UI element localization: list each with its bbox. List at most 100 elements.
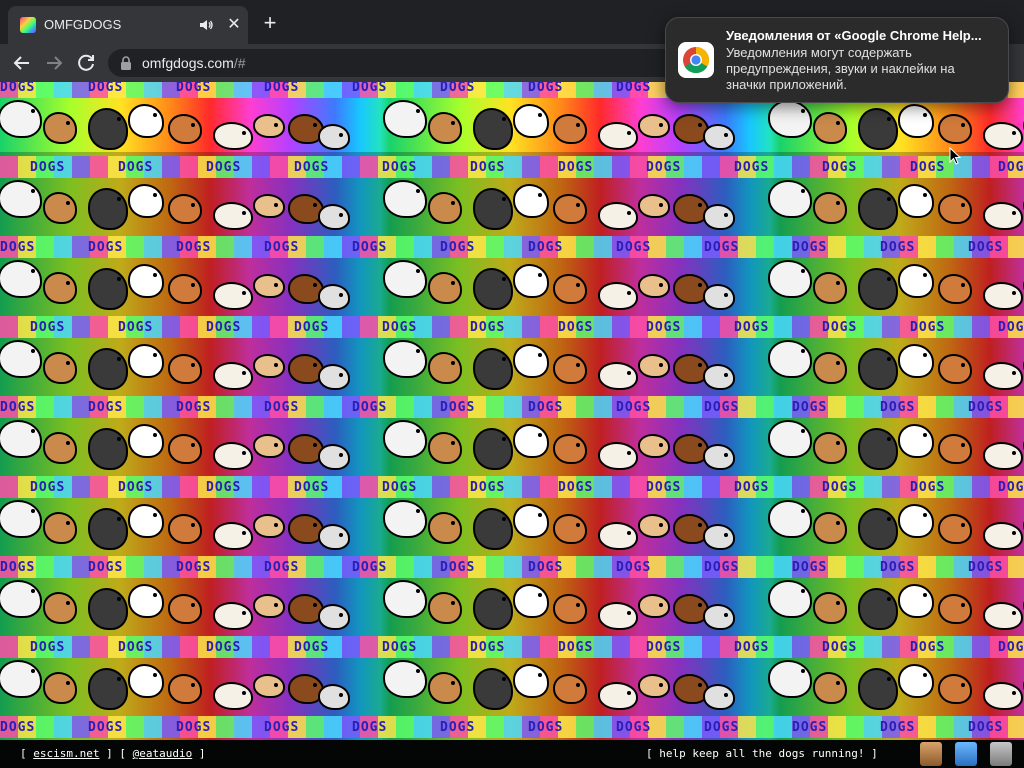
eataudio-link[interactable]: @eataudio — [133, 747, 193, 760]
dog-eye — [698, 683, 702, 687]
lock-icon[interactable] — [120, 56, 132, 70]
dog-eye — [576, 443, 580, 447]
dog-eye — [1012, 691, 1016, 695]
dog-eye — [117, 357, 121, 361]
dog-sprite — [515, 666, 547, 696]
chrome-notification[interactable]: Уведомления от «Google Chrome Help... Ув… — [665, 17, 1009, 103]
dog-sprite — [385, 182, 425, 216]
dog-sprite — [940, 676, 970, 702]
dog-sprite — [430, 674, 460, 702]
dog-sprite — [640, 676, 668, 696]
dog-eye — [576, 123, 580, 127]
rainbow-band — [0, 236, 1024, 258]
dog-eye — [538, 513, 542, 517]
dog-eye — [887, 357, 891, 361]
dogs-word-decoration: DOGS — [704, 400, 740, 415]
dog-sprite — [430, 514, 460, 542]
tab-omfgdogs[interactable]: OMFGDOGS ✕ — [8, 6, 248, 44]
dog-eye — [274, 283, 278, 287]
dog-eye — [31, 669, 35, 673]
help-dogs-link[interactable]: [ help keep all the dogs running! ] — [646, 747, 878, 760]
dogs-word-decoration: DOGS — [558, 480, 594, 495]
dogs-word-decoration: DOGS — [440, 82, 476, 95]
dog-eye — [191, 283, 195, 287]
dogs-word-decoration: DOGS — [264, 240, 300, 255]
reload-icon[interactable] — [74, 51, 98, 75]
dog-eye — [627, 371, 631, 375]
dog-eye — [153, 513, 157, 517]
dog-eye — [502, 277, 506, 281]
dog-sprite — [0, 662, 40, 696]
address-bar[interactable]: omfgdogs.com/# — [108, 49, 708, 77]
dog-sprite — [320, 366, 348, 388]
dog-sprite — [555, 596, 585, 622]
dog-stripe: DOGS DOGS DOGS DOGS DOGS DOGS DOGS DOGS DOGS DOGS… — [0, 476, 1024, 556]
dogs-word-decoration: DOGS — [88, 82, 124, 95]
dog-sprite — [900, 266, 932, 296]
dog-sprite — [705, 606, 733, 628]
dog-sprite — [860, 590, 896, 628]
dog-sprite — [385, 422, 425, 456]
dog-eye — [31, 429, 35, 433]
dog-sprite — [45, 594, 75, 622]
dog-sprite — [675, 596, 707, 622]
dog-sprite — [985, 684, 1021, 708]
donate-avatar-1[interactable] — [920, 742, 942, 766]
dog-sprite — [475, 590, 511, 628]
dog-sprite — [940, 356, 970, 382]
dog-eye — [801, 349, 805, 353]
speaker-icon[interactable] — [198, 17, 214, 33]
dog-sprite — [130, 586, 162, 616]
dogs-word-decoration: DOGS — [822, 320, 858, 335]
dogs-word-decoration: DOGS — [118, 320, 154, 335]
dog-eye — [836, 521, 840, 525]
donate-avatar-3[interactable] — [990, 742, 1012, 766]
dog-eye — [339, 293, 343, 297]
dog-eye — [961, 123, 965, 127]
dog-eye — [66, 521, 70, 525]
dog-eye — [961, 443, 965, 447]
dogs-word-decoration: DOGS — [822, 640, 858, 655]
dog-sprite — [705, 526, 733, 548]
dogs-word-decoration: DOGS — [880, 720, 916, 735]
dog-eye — [191, 363, 195, 367]
dog-eye — [659, 603, 663, 607]
dog-sprite — [215, 364, 251, 388]
dog-eye — [724, 533, 728, 537]
dogs-word-decoration: DOGS — [528, 720, 564, 735]
dog-eye — [1012, 211, 1016, 215]
dog-eye — [339, 453, 343, 457]
dog-sprite — [985, 364, 1021, 388]
dog-eye — [698, 203, 702, 207]
escism-link[interactable]: escism.net — [33, 747, 99, 760]
donate-avatar-2[interactable] — [955, 742, 977, 766]
dog-sprite — [290, 276, 322, 302]
dog-sprite — [815, 674, 845, 702]
dog-eye — [538, 593, 542, 597]
dog-sprite — [255, 676, 283, 696]
arrow-left-icon[interactable] — [10, 51, 34, 75]
dog-eye — [153, 113, 157, 117]
new-tab-button[interactable]: + — [258, 11, 282, 35]
dog-eye — [836, 361, 840, 365]
url-text: omfgdogs.com/# — [142, 55, 246, 71]
dog-sprite — [475, 350, 511, 388]
dog-eye — [801, 429, 805, 433]
dog-eye — [836, 281, 840, 285]
dog-eye — [801, 109, 805, 113]
dog-eye — [153, 673, 157, 677]
dog-eye — [502, 677, 506, 681]
dog-eye — [659, 123, 663, 127]
dog-eye — [724, 373, 728, 377]
tab-close-icon[interactable]: ✕ — [224, 15, 244, 35]
dog-eye — [274, 523, 278, 527]
dog-sprite — [385, 342, 425, 376]
arrow-right-icon[interactable] — [42, 51, 66, 75]
dogs-word-decoration: DOGS — [470, 640, 506, 655]
dog-sprite — [815, 114, 845, 142]
dog-sprite — [640, 356, 668, 376]
dog-sprite — [385, 582, 425, 616]
dog-sprite — [705, 366, 733, 388]
dog-sprite — [45, 194, 75, 222]
dog-sprite — [815, 194, 845, 222]
